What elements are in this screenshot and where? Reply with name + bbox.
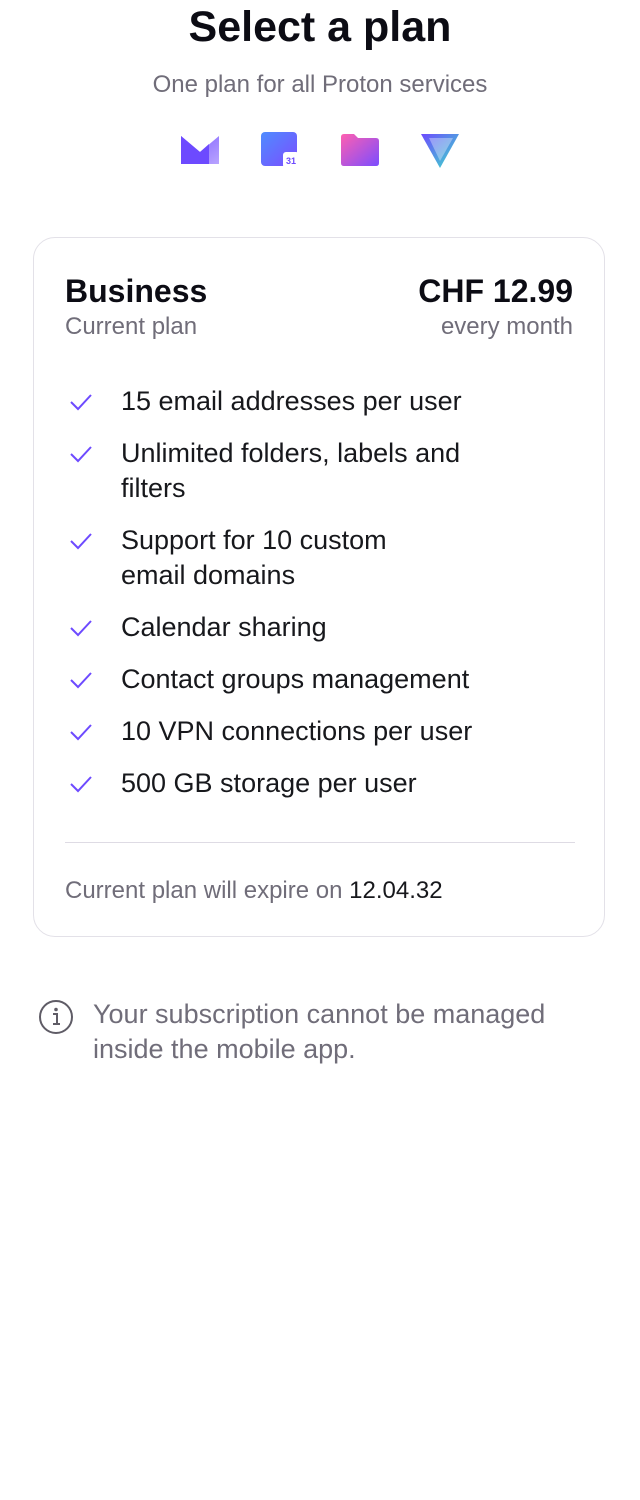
proton-app-icons: 31 [0, 128, 640, 172]
plan-card: Business Current plan CHF 12.99 every mo… [33, 237, 605, 937]
proton-calendar-icon: 31 [261, 132, 299, 168]
checkmark-icon [70, 672, 92, 689]
feature-item: 10 VPN connections per user [65, 714, 575, 749]
feature-item: 15 email addresses per user [65, 384, 575, 419]
expiry-date: 12.04.32 [349, 877, 443, 904]
checkmark-icon [70, 724, 92, 741]
proton-vpn-icon [421, 134, 459, 168]
checkmark-icon [70, 776, 92, 793]
plan-billing-period: every month [440, 313, 573, 340]
feature-list: 15 email addresses per user Unlimited fo… [65, 384, 575, 818]
plan-name: Business [65, 273, 208, 309]
notice-text: Your subscription cannot be managed insi… [93, 999, 546, 1064]
plan-price: CHF 12.99 [418, 273, 573, 309]
proton-mail-icon [181, 136, 219, 164]
feature-text: Support for 10 custom email domains [121, 525, 387, 590]
feature-text: 500 GB storage per user [121, 768, 417, 798]
checkmark-icon [70, 620, 92, 637]
feature-item: Support for 10 custom email domains [65, 523, 575, 593]
feature-item: Calendar sharing [65, 610, 575, 645]
feature-item: Contact groups management [65, 662, 575, 697]
feature-text: 10 VPN connections per user [121, 716, 473, 746]
plan-status: Current plan [65, 313, 198, 340]
page-subtitle: One plan for all Proton services [152, 71, 488, 98]
proton-drive-icon [341, 134, 379, 166]
feature-text: Contact groups management [121, 664, 470, 694]
feature-text: Unlimited folders, labels and filters [121, 438, 461, 503]
plan-expiry: Current plan will expire on 12.04.32 [65, 876, 443, 906]
expiry-label: Current plan will expire on [65, 877, 343, 904]
feature-item: 500 GB storage per user [65, 766, 575, 801]
feature-item: Unlimited folders, labels and filters [65, 436, 575, 506]
checkmark-icon [70, 533, 92, 550]
checkmark-icon [70, 446, 92, 463]
feature-text: 15 email addresses per user [121, 386, 462, 416]
feature-text: Calendar sharing [121, 612, 327, 642]
checkmark-icon [70, 394, 92, 411]
calendar-day-label: 31 [286, 156, 296, 166]
divider [65, 842, 575, 843]
page-title: Select a plan [188, 3, 452, 51]
info-icon [39, 1000, 73, 1034]
